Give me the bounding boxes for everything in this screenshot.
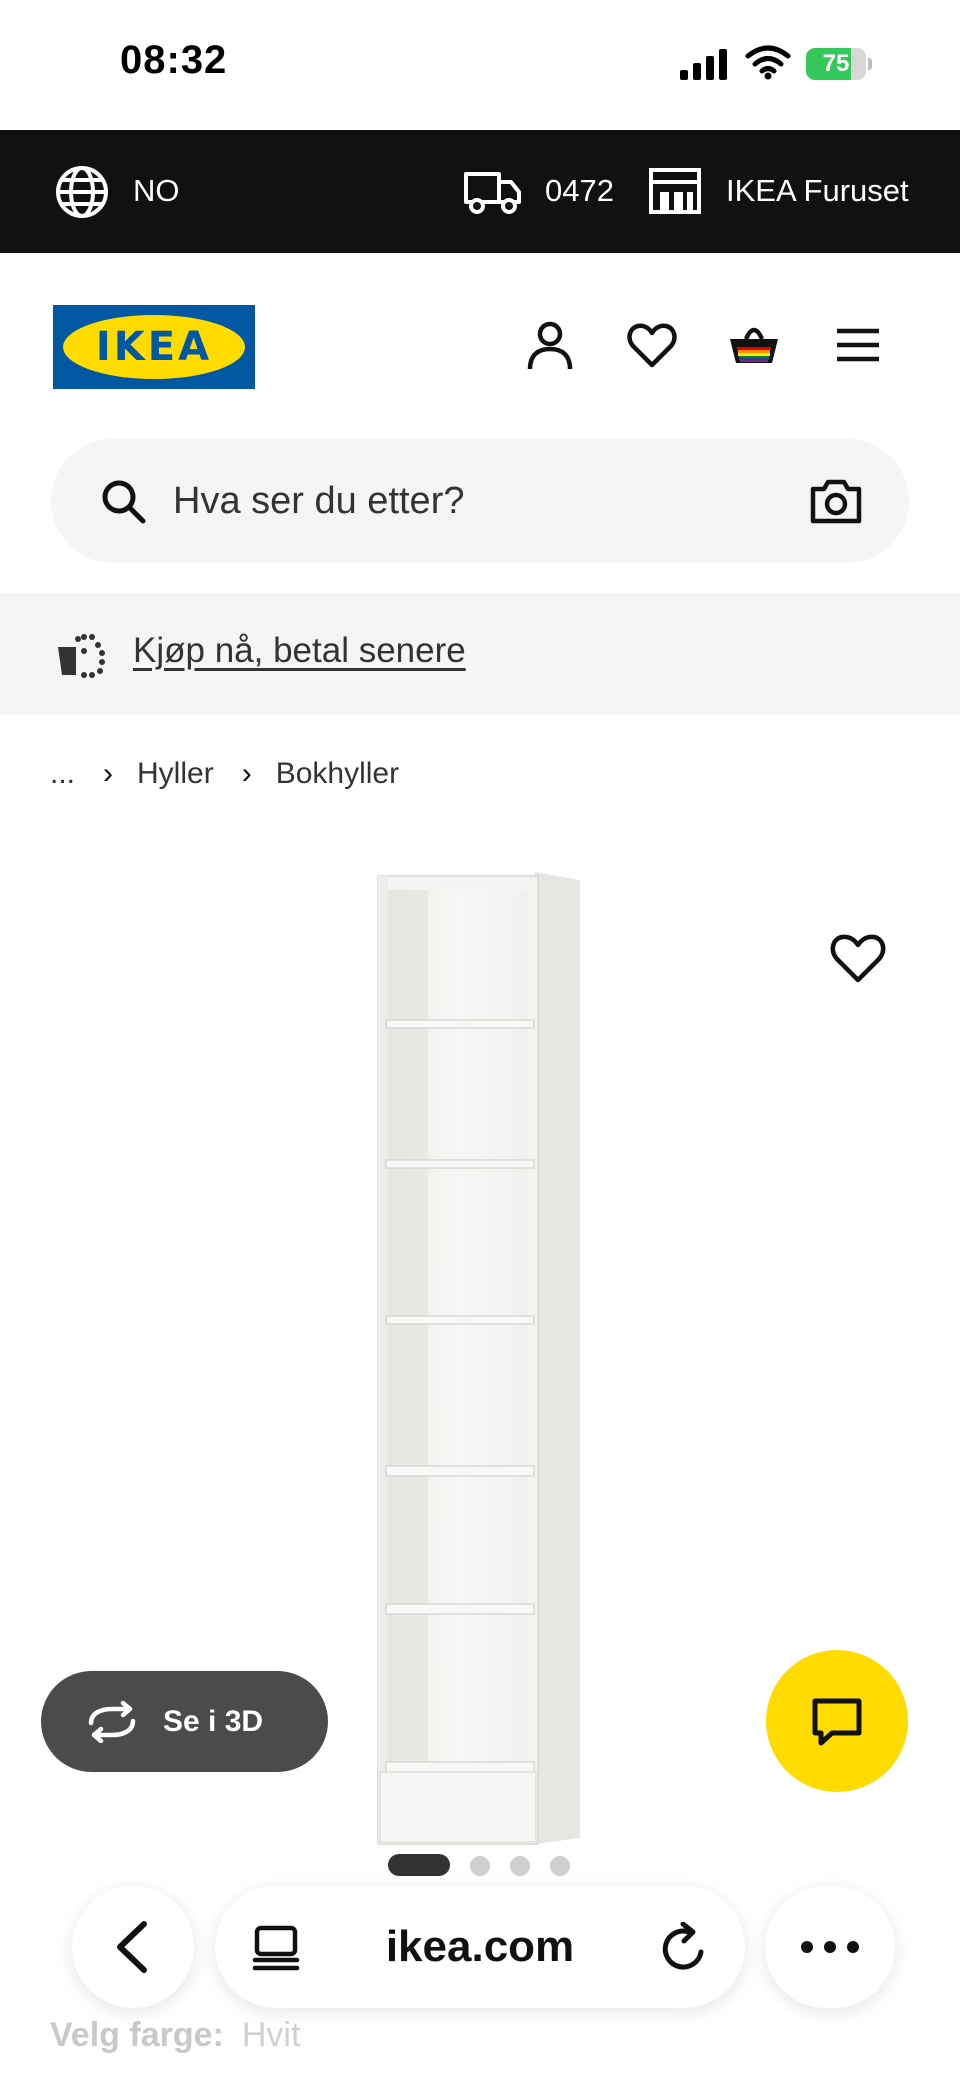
reader-mode-icon[interactable] bbox=[251, 1924, 301, 1972]
store-selector[interactable]: IKEA Furuset bbox=[726, 173, 909, 209]
store-icon[interactable] bbox=[648, 166, 702, 216]
ikea-logo[interactable]: IKEA bbox=[53, 305, 255, 389]
delivery-truck-icon[interactable] bbox=[463, 166, 523, 216]
chat-button[interactable] bbox=[766, 1650, 908, 1792]
camera-icon[interactable] bbox=[809, 477, 863, 525]
promo-banner: Kjøp nå, betal senere bbox=[0, 593, 960, 715]
view-in-3d-button[interactable]: Se i 3D bbox=[41, 1671, 328, 1772]
url-domain[interactable]: ikea.com bbox=[320, 1886, 640, 2008]
status-bar: 08:32 75 bbox=[0, 0, 960, 130]
carousel-dot[interactable] bbox=[510, 1856, 530, 1876]
address-bar[interactable]: ikea.com bbox=[215, 1886, 745, 2008]
back-button[interactable] bbox=[72, 1886, 194, 2008]
breadcrumb-hyller[interactable]: Hyller bbox=[137, 757, 214, 791]
heart-icon[interactable] bbox=[626, 319, 678, 371]
rotate-3d-icon bbox=[88, 1701, 136, 1743]
top-utility-bar: NO 0472 IKEA Furuset bbox=[0, 130, 960, 253]
wifi-icon bbox=[745, 45, 791, 80]
postal-code[interactable]: 0472 bbox=[545, 173, 614, 209]
color-label: Velg farge: bbox=[50, 2016, 224, 2054]
battery-indicator: 75 bbox=[806, 48, 872, 80]
status-time: 08:32 bbox=[120, 38, 228, 82]
chevron-right-icon: › bbox=[241, 757, 252, 790]
bookcase-product-image[interactable] bbox=[360, 868, 600, 1848]
carousel-dot[interactable] bbox=[550, 1856, 570, 1876]
breadcrumb: ... › Hyller › Bokhyller bbox=[50, 752, 399, 796]
add-to-favourites-heart-icon[interactable] bbox=[828, 928, 888, 988]
breadcrumb-ellipsis[interactable]: ... bbox=[50, 757, 75, 791]
search-bar[interactable] bbox=[51, 439, 909, 563]
color-value: Hvit bbox=[241, 2016, 301, 2054]
reload-icon[interactable] bbox=[659, 1922, 709, 1974]
cellular-signal-icon bbox=[680, 49, 727, 80]
chat-bubble-icon bbox=[812, 1698, 862, 1746]
breadcrumb-bokhyller[interactable]: Bokhyller bbox=[276, 757, 399, 791]
ellipsis-icon bbox=[801, 1941, 859, 1953]
globe-icon[interactable] bbox=[54, 164, 110, 220]
logo-text: IKEA bbox=[95, 324, 213, 370]
chevron-left-icon bbox=[117, 1921, 147, 1973]
battery-percent: 75 bbox=[822, 50, 850, 77]
carousel-dot-active[interactable] bbox=[388, 1854, 450, 1876]
site-header: IKEA bbox=[0, 253, 960, 433]
chevron-right-icon: › bbox=[103, 757, 114, 790]
color-selector[interactable]: Velg farge: Hvit bbox=[50, 2016, 300, 2055]
menu-icon[interactable] bbox=[832, 319, 884, 371]
carousel-dot[interactable] bbox=[470, 1856, 490, 1876]
browser-toolbar: ikea.com bbox=[0, 1876, 960, 2016]
search-icon bbox=[102, 480, 146, 524]
buy-now-pay-later-link[interactable]: Kjøp nå, betal senere bbox=[133, 631, 466, 671]
search-input[interactable] bbox=[173, 439, 733, 563]
country-selector[interactable]: NO bbox=[133, 173, 180, 209]
basket-icon[interactable] bbox=[728, 319, 780, 371]
more-options-button[interactable] bbox=[765, 1886, 895, 2008]
pay-later-basket-icon bbox=[58, 634, 105, 678]
profile-icon[interactable] bbox=[524, 319, 576, 371]
view-in-3d-label: Se i 3D bbox=[163, 1705, 264, 1738]
